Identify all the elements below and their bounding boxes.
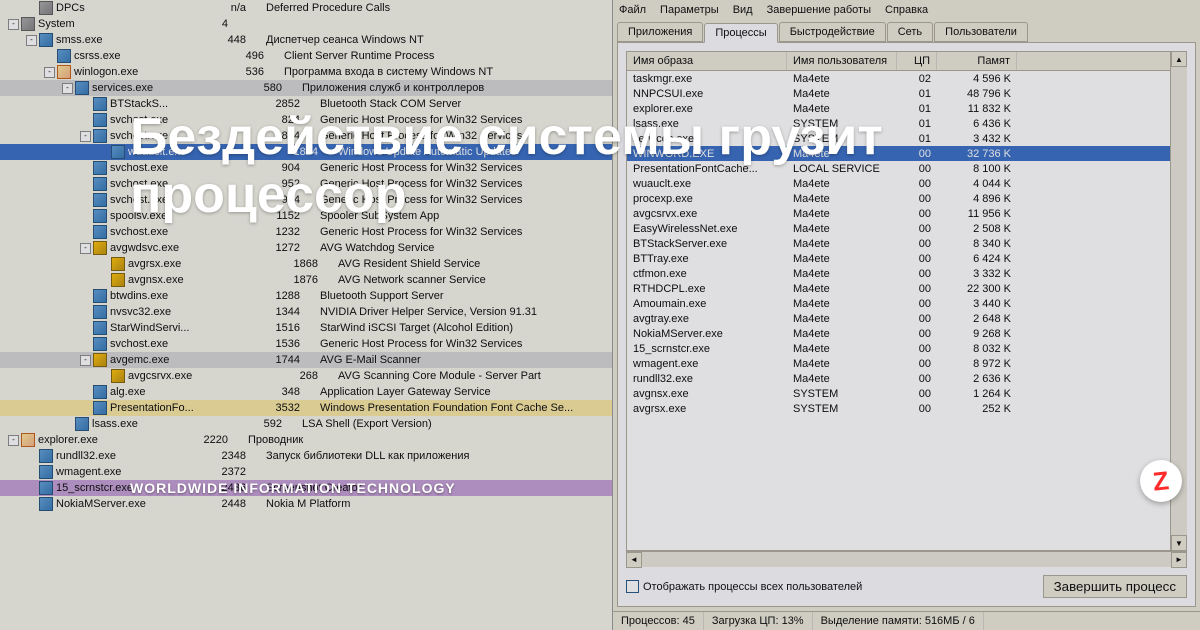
- zen-icon: Z: [1151, 465, 1170, 497]
- article-source: WORLDWIDE INFORMATION TECHNOLOGY: [130, 480, 456, 496]
- zen-badge[interactable]: Z: [1140, 460, 1182, 502]
- article-title: Бездействие системы грузит процессор: [130, 108, 883, 224]
- overlay-dim: [0, 0, 1200, 630]
